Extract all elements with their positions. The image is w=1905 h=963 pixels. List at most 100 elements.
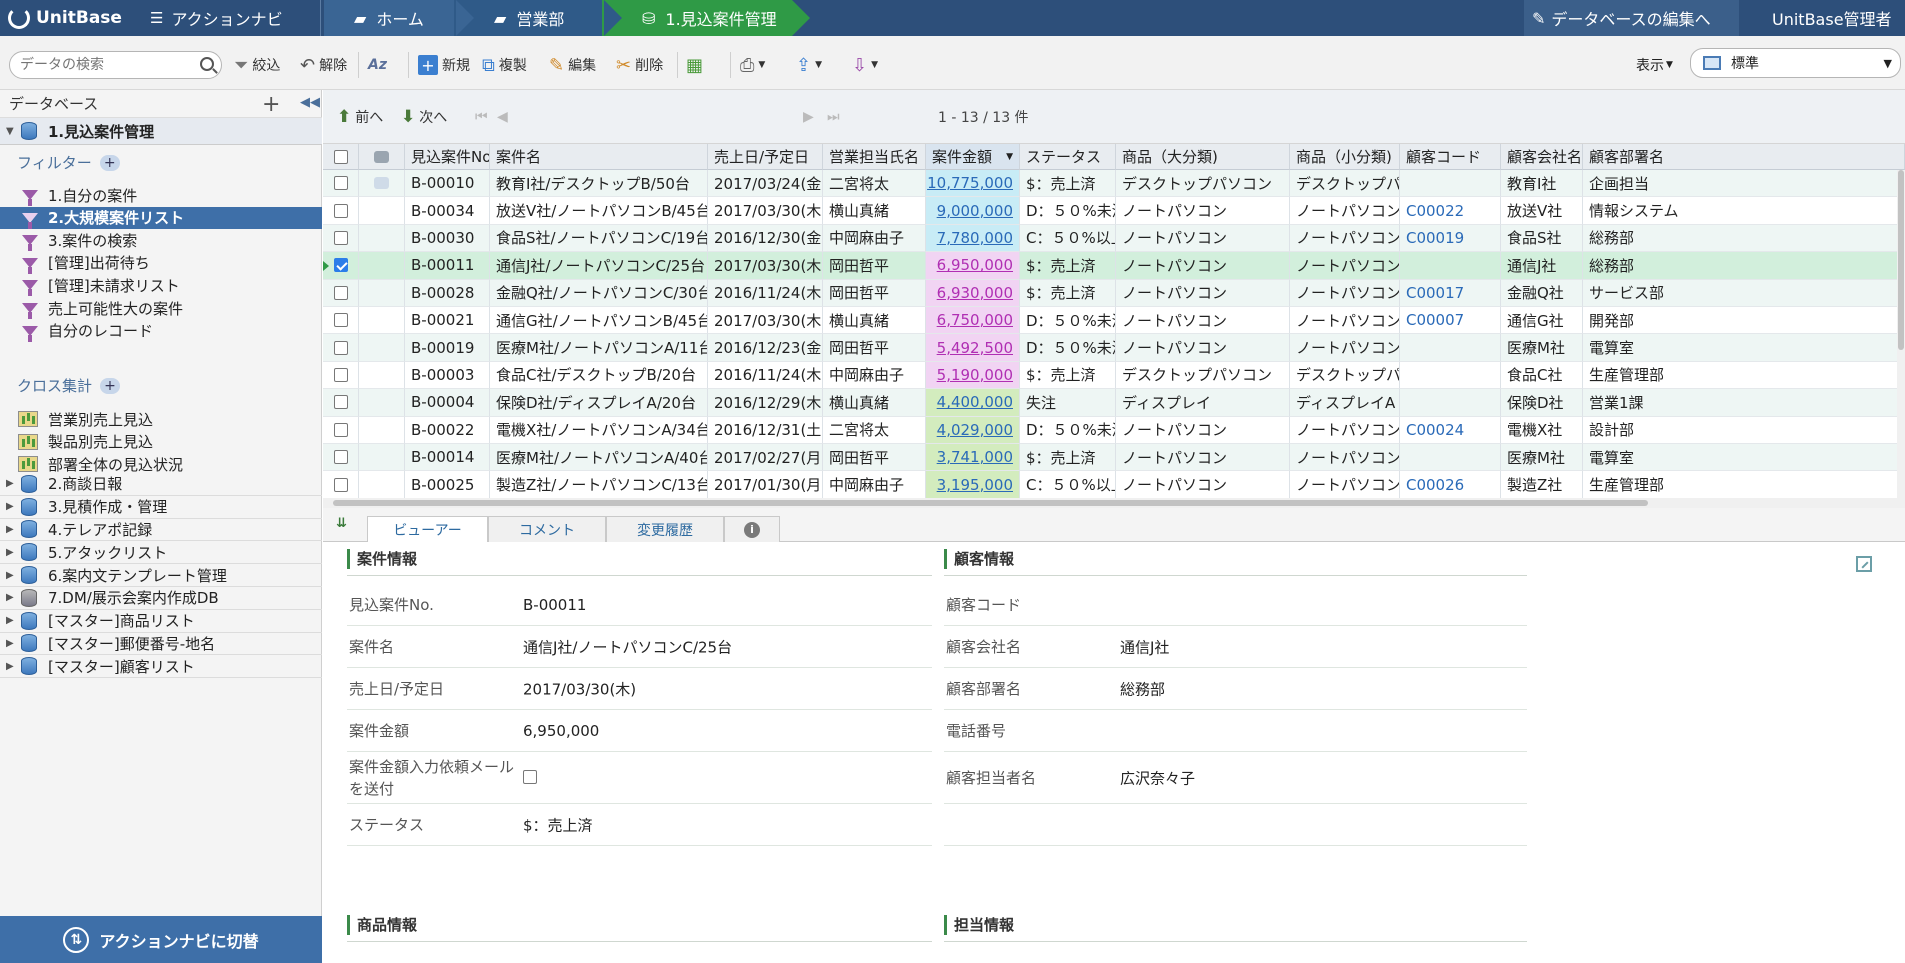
sidebar-filter-item[interactable]: 3.案件の検索: [0, 229, 322, 252]
memo-cell[interactable]: [359, 334, 405, 362]
amount-link[interactable]: 4,029,000: [937, 421, 1013, 439]
table-row[interactable]: B-00004 保険D社/ディスプレイA/20台 2016/12/29(木) 横山真緒…: [323, 389, 1905, 417]
row-checkbox[interactable]: [333, 395, 348, 410]
row-select-cell[interactable]: [323, 197, 359, 225]
row-checkbox[interactable]: [333, 176, 348, 191]
amount-link[interactable]: 3,195,000: [937, 476, 1013, 494]
user-menu[interactable]: UnitBase管理者: [1772, 0, 1892, 36]
delete-button[interactable]: ✂ 削除: [616, 51, 663, 79]
prev-page-button[interactable]: ◀: [497, 107, 508, 127]
amount-link[interactable]: 10,775,000: [927, 174, 1013, 192]
cell-code[interactable]: [1400, 361, 1501, 390]
edit-database-button[interactable]: ✎ データベースの編集へ: [1524, 0, 1739, 36]
cell-code[interactable]: [1400, 389, 1501, 417]
table-row[interactable]: B-00010 教育I社/デスクトップB/50台 2017/03/24(金) 二宮将太…: [323, 170, 1905, 198]
memo-cell[interactable]: [359, 444, 405, 472]
sidebar-database-item[interactable]: ▶ [マスター]郵便番号-地名: [0, 633, 322, 656]
table-row[interactable]: B-00034 放送V社/ノートパソコンB/45台 2017/03/30(木) 横山真…: [323, 197, 1905, 225]
cell-code[interactable]: C00022: [1400, 197, 1501, 225]
sidebar-item-current-db[interactable]: ▼ 1.見込案件管理: [0, 118, 322, 145]
row-checkbox[interactable]: [333, 313, 348, 328]
sidebar-database-item[interactable]: ▶ 3.見積作成・管理: [0, 496, 322, 519]
cell-amount[interactable]: 4,029,000: [926, 416, 1020, 444]
column-header[interactable]: 商品（大分類): [1116, 144, 1290, 170]
memo-cell[interactable]: [359, 279, 405, 307]
column-header[interactable]: ステータス: [1020, 144, 1116, 170]
sidebar-database-item[interactable]: ▶ 5.アタックリスト: [0, 541, 322, 565]
scrollbar-thumb[interactable]: [1898, 170, 1904, 350]
amount-link[interactable]: 6,950,000: [937, 256, 1013, 274]
action-nav-button[interactable]: ☰ アクションナビ: [150, 0, 283, 36]
column-header[interactable]: 顧客部署名: [1583, 144, 1905, 170]
sidebar-cross-item[interactable]: 営業別売上見込: [0, 408, 322, 430]
column-header[interactable]: 営業担当氏名: [823, 144, 926, 170]
scrollbar-thumb[interactable]: [333, 500, 1648, 506]
add-filter-icon[interactable]: +: [99, 154, 120, 171]
search-input[interactable]: [20, 55, 190, 75]
sidebar-filter-item[interactable]: 売上可能性大の案件: [0, 297, 322, 319]
memo-cell[interactable]: [359, 416, 405, 444]
column-header[interactable]: 顧客コード: [1400, 144, 1501, 170]
first-page-button[interactable]: ⏮: [475, 107, 488, 127]
table-row[interactable]: B-00028 金融Q社/ノートパソコンC/30台 2016/11/24(木) 岡田哲…: [323, 279, 1905, 307]
row-checkbox[interactable]: [333, 258, 348, 273]
sidebar-filter-item[interactable]: 1.自分の案件: [0, 184, 322, 206]
row-select-cell[interactable]: [323, 389, 359, 417]
table-row[interactable]: B-00022 電機X社/ノートパソコンA/34台 2016/12/31(土) 二宮将…: [323, 416, 1905, 444]
vertical-scrollbar[interactable]: [1897, 170, 1905, 498]
row-checkbox[interactable]: [333, 340, 348, 355]
sort-button[interactable]: Az: [368, 51, 387, 79]
row-select-cell[interactable]: [323, 444, 359, 472]
last-page-button[interactable]: ⏭: [827, 107, 840, 127]
search-box[interactable]: [9, 51, 222, 79]
row-select-cell[interactable]: [323, 170, 359, 198]
view-menu[interactable]: 表示 ▼: [1636, 51, 1673, 79]
send-mail-checkbox[interactable]: [523, 770, 537, 784]
cell-code[interactable]: [1400, 444, 1501, 472]
import-button[interactable]: ⇪ ▼: [796, 51, 822, 79]
row-checkbox[interactable]: [333, 230, 348, 245]
amount-link[interactable]: 4,400,000: [937, 393, 1013, 411]
sidebar-cross-item[interactable]: 製品別売上見込: [0, 431, 322, 453]
column-header[interactable]: 案件金額 ▼: [926, 144, 1020, 170]
collapse-sidebar-icon[interactable]: ◀◀: [300, 95, 320, 110]
row-select-cell[interactable]: [323, 224, 359, 253]
amount-link[interactable]: 3,741,000: [937, 448, 1013, 466]
row-checkbox[interactable]: [333, 367, 348, 382]
amount-link[interactable]: 6,930,000: [937, 284, 1013, 302]
memo-cell[interactable]: [359, 471, 405, 498]
cell-amount[interactable]: 6,750,000: [926, 307, 1020, 335]
breadcrumb-department[interactable]: ▰ 営業部: [454, 0, 622, 36]
amount-link[interactable]: 7,780,000: [937, 229, 1013, 247]
switch-to-action-nav-button[interactable]: ⇅ アクションナビに切替: [0, 916, 322, 963]
breadcrumb-current[interactable]: ⛁ 1.見込案件管理: [602, 0, 810, 36]
row-select-cell[interactable]: [323, 471, 359, 498]
cell-code[interactable]: C00024: [1400, 416, 1501, 444]
memo-cell[interactable]: [359, 361, 405, 390]
search-icon[interactable]: [200, 57, 214, 71]
open-window-icon[interactable]: [1856, 556, 1872, 572]
collapse-detail-icon[interactable]: ⇊: [336, 516, 347, 531]
table-row[interactable]: B-00019 医療M社/ノートパソコンA/11台 2016/12/23(金) 岡田哲…: [323, 334, 1905, 362]
tab-viewer[interactable]: ビューアー: [367, 516, 488, 543]
app-logo[interactable]: UnitBase: [8, 0, 122, 36]
cell-code[interactable]: [1400, 252, 1501, 280]
filter-button[interactable]: ⏷ 絞込: [234, 51, 280, 79]
sidebar-filter-item[interactable]: 自分のレコード: [0, 320, 322, 342]
export-button[interactable]: ⇩ ▼: [852, 51, 878, 79]
memo-cell[interactable]: [359, 197, 405, 225]
memo-cell[interactable]: [359, 389, 405, 417]
column-header[interactable]: 商品（小分類): [1290, 144, 1400, 170]
sort-desc-icon[interactable]: ▼: [1006, 152, 1013, 162]
row-checkbox[interactable]: [333, 285, 348, 300]
cell-amount[interactable]: 6,950,000: [926, 252, 1020, 280]
amount-link[interactable]: 6,750,000: [937, 311, 1013, 329]
table-row[interactable]: B-00003 食品C社/デスクトップB/20台 2016/11/24(木) 中岡麻由…: [323, 361, 1905, 390]
sidebar-database-item[interactable]: ▶ 4.テレアポ記録: [0, 519, 322, 542]
sidebar-filter-item[interactable]: [管理]未請求リスト: [0, 274, 322, 297]
sidebar-filter-item[interactable]: [管理]出荷待ち: [0, 252, 322, 274]
row-select-cell[interactable]: [323, 252, 359, 280]
column-header[interactable]: 売上日/予定日: [708, 144, 823, 170]
table-row[interactable]: B-00030 食品S社/ノートパソコンC/19台 2016/12/30(金) 中岡麻…: [323, 224, 1905, 253]
row-checkbox[interactable]: [333, 477, 348, 492]
